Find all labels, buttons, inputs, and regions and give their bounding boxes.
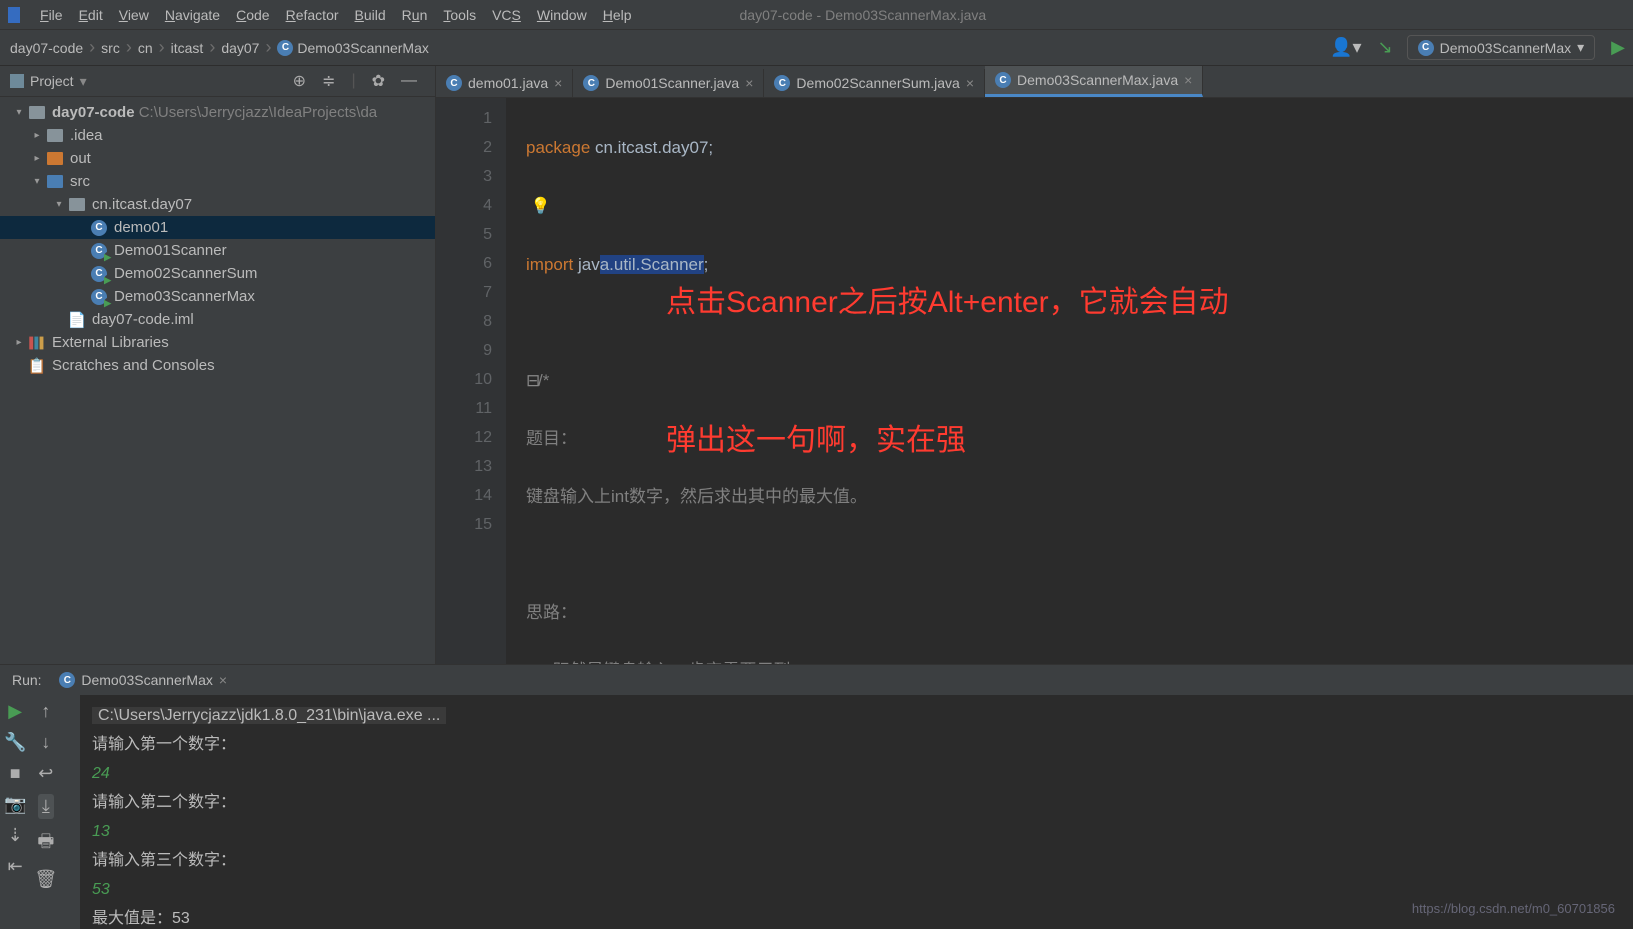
- class-icon: C: [1418, 40, 1434, 56]
- tree-root[interactable]: ▾day07-code C:\Users\Jerrycjazz\IdeaProj…: [0, 101, 435, 124]
- tab-demo03scannermax[interactable]: CDemo03ScannerMax.java×: [985, 66, 1203, 97]
- scroll-down-icon[interactable]: ↓: [41, 732, 50, 753]
- build-hammer-icon[interactable]: ↘: [1370, 37, 1401, 58]
- breadcrumb[interactable]: C Demo03ScannerMax: [275, 40, 430, 56]
- stop-icon[interactable]: ■: [10, 763, 21, 784]
- menu-window[interactable]: Window: [529, 3, 595, 27]
- menu-edit[interactable]: Edit: [71, 3, 111, 27]
- chevron-down-icon[interactable]: ▾: [80, 73, 87, 90]
- project-tree: ▾day07-code C:\Users\Jerrycjazz\IdeaProj…: [0, 97, 435, 381]
- breadcrumb[interactable]: cn: [136, 40, 155, 56]
- tree-item-src[interactable]: ▾src: [0, 170, 435, 193]
- camera-icon[interactable]: 📷: [4, 794, 26, 815]
- app-logo-icon: [8, 7, 20, 23]
- menu-build[interactable]: Build: [347, 3, 394, 27]
- close-icon[interactable]: ×: [1184, 72, 1192, 88]
- menubar: File Edit View Navigate Code Refactor Bu…: [0, 0, 1633, 30]
- locate-icon[interactable]: ⊕: [285, 71, 314, 91]
- watermark: https://blog.csdn.net/m0_60701856: [1412, 894, 1615, 923]
- close-icon[interactable]: ×: [219, 672, 227, 688]
- menu-vcs[interactable]: VCS: [484, 3, 529, 27]
- expand-icon[interactable]: ≑: [314, 71, 343, 91]
- close-icon[interactable]: ×: [745, 75, 753, 91]
- sidebar-title: Project: [30, 73, 74, 89]
- run-tab[interactable]: C Demo03ScannerMax ×: [49, 669, 237, 691]
- wrench-icon[interactable]: 🔧: [4, 732, 26, 753]
- breadcrumb[interactable]: day07-code: [8, 40, 85, 56]
- rerun-icon[interactable]: ▶: [8, 701, 22, 722]
- tab-demo02scannersum[interactable]: CDemo02ScannerSum.java×: [764, 69, 985, 97]
- tab-demo01[interactable]: Cdemo01.java×: [436, 69, 573, 97]
- menu-tools[interactable]: Tools: [435, 3, 484, 27]
- run-label: Run:: [12, 672, 42, 688]
- editor-area: Cdemo01.java× CDemo01Scanner.java× CDemo…: [436, 66, 1633, 664]
- menu-file[interactable]: File: [32, 3, 71, 27]
- breadcrumb[interactable]: day07: [219, 40, 261, 56]
- tree-item-external-libs[interactable]: ▸External Libraries: [0, 331, 435, 354]
- window-title: day07-code - Demo03ScannerMax.java: [740, 7, 987, 23]
- chevron-down-icon: ▾: [1577, 39, 1584, 56]
- tree-item-idea[interactable]: ▸.idea: [0, 124, 435, 147]
- divider-icon: |: [343, 72, 363, 90]
- breadcrumb[interactable]: src: [99, 40, 122, 56]
- tree-item-demo01scanner[interactable]: CDemo01Scanner: [0, 239, 435, 262]
- close-icon[interactable]: ×: [554, 75, 562, 91]
- scroll-to-end-icon[interactable]: ⤓: [38, 794, 54, 819]
- code-editor[interactable]: package cn.itcast.day07; 💡 import java.u…: [506, 98, 1633, 664]
- tree-item-iml[interactable]: 📄day07-code.iml: [0, 308, 435, 331]
- editor-tabs: Cdemo01.java× CDemo01Scanner.java× CDemo…: [436, 66, 1633, 98]
- console-output[interactable]: C:\Users\Jerrycjazz\jdk1.8.0_231\bin\jav…: [80, 695, 1633, 929]
- run-play-icon[interactable]: ▶: [1601, 37, 1625, 58]
- tree-item-demo02scannersum[interactable]: CDemo02ScannerSum: [0, 262, 435, 285]
- exit-icon[interactable]: ⇤: [8, 856, 23, 877]
- scroll-up-icon[interactable]: ↑: [41, 701, 50, 722]
- menu-run[interactable]: Run: [394, 3, 436, 27]
- project-icon: [10, 74, 24, 88]
- tree-item-package[interactable]: ▾cn.itcast.day07: [0, 193, 435, 216]
- run-toolbar: ▶ 🔧 ■ 📷 ⇣ ⇤ ↑ ↓ ↩ ⤓ 🖶 🗑: [0, 695, 80, 929]
- run-config-selector[interactable]: C Demo03ScannerMax ▾: [1407, 35, 1596, 60]
- line-gutter: 123456789101112131415: [436, 98, 506, 664]
- sidebar-header: Project ▾ ⊕ ≑ | ✿ —: [0, 66, 435, 97]
- project-sidebar: Project ▾ ⊕ ≑ | ✿ — ▾day07-code C:\Users…: [0, 66, 436, 664]
- gear-icon[interactable]: ✿: [364, 71, 393, 91]
- fold-icon[interactable]: ⊟: [526, 366, 538, 395]
- user-icon[interactable]: 👤▾: [1322, 37, 1369, 58]
- menu-code[interactable]: Code: [228, 3, 277, 27]
- navbar: day07-code› src› cn› itcast› day07› C De…: [0, 30, 1633, 66]
- print-icon[interactable]: 🖶: [37, 829, 54, 859]
- close-icon[interactable]: ×: [966, 75, 974, 91]
- dump-icon[interactable]: ⇣: [8, 825, 23, 846]
- menu-view[interactable]: View: [111, 3, 157, 27]
- bulb-icon[interactable]: 💡: [531, 198, 551, 215]
- library-icon: [28, 335, 46, 351]
- run-panel: Run: C Demo03ScannerMax × ▶ 🔧 ■ 📷 ⇣ ⇤ ↑ …: [0, 664, 1633, 929]
- menu-refactor[interactable]: Refactor: [278, 3, 347, 27]
- tree-item-demo01[interactable]: Cdemo01: [0, 216, 435, 239]
- tree-item-scratches[interactable]: 📋Scratches and Consoles: [0, 354, 435, 377]
- trash-icon[interactable]: 🗑: [34, 869, 57, 890]
- tab-demo01scanner[interactable]: CDemo01Scanner.java×: [573, 69, 764, 97]
- menu-help[interactable]: Help: [595, 3, 640, 27]
- tree-item-out[interactable]: ▸out: [0, 147, 435, 170]
- soft-wrap-icon[interactable]: ↩: [38, 763, 53, 784]
- minimize-icon[interactable]: —: [393, 72, 425, 90]
- menu-navigate[interactable]: Navigate: [157, 3, 228, 27]
- tree-item-demo03scannermax[interactable]: CDemo03ScannerMax: [0, 285, 435, 308]
- breadcrumb[interactable]: itcast: [169, 40, 206, 56]
- class-icon: C: [59, 672, 75, 688]
- class-icon: C: [277, 40, 293, 56]
